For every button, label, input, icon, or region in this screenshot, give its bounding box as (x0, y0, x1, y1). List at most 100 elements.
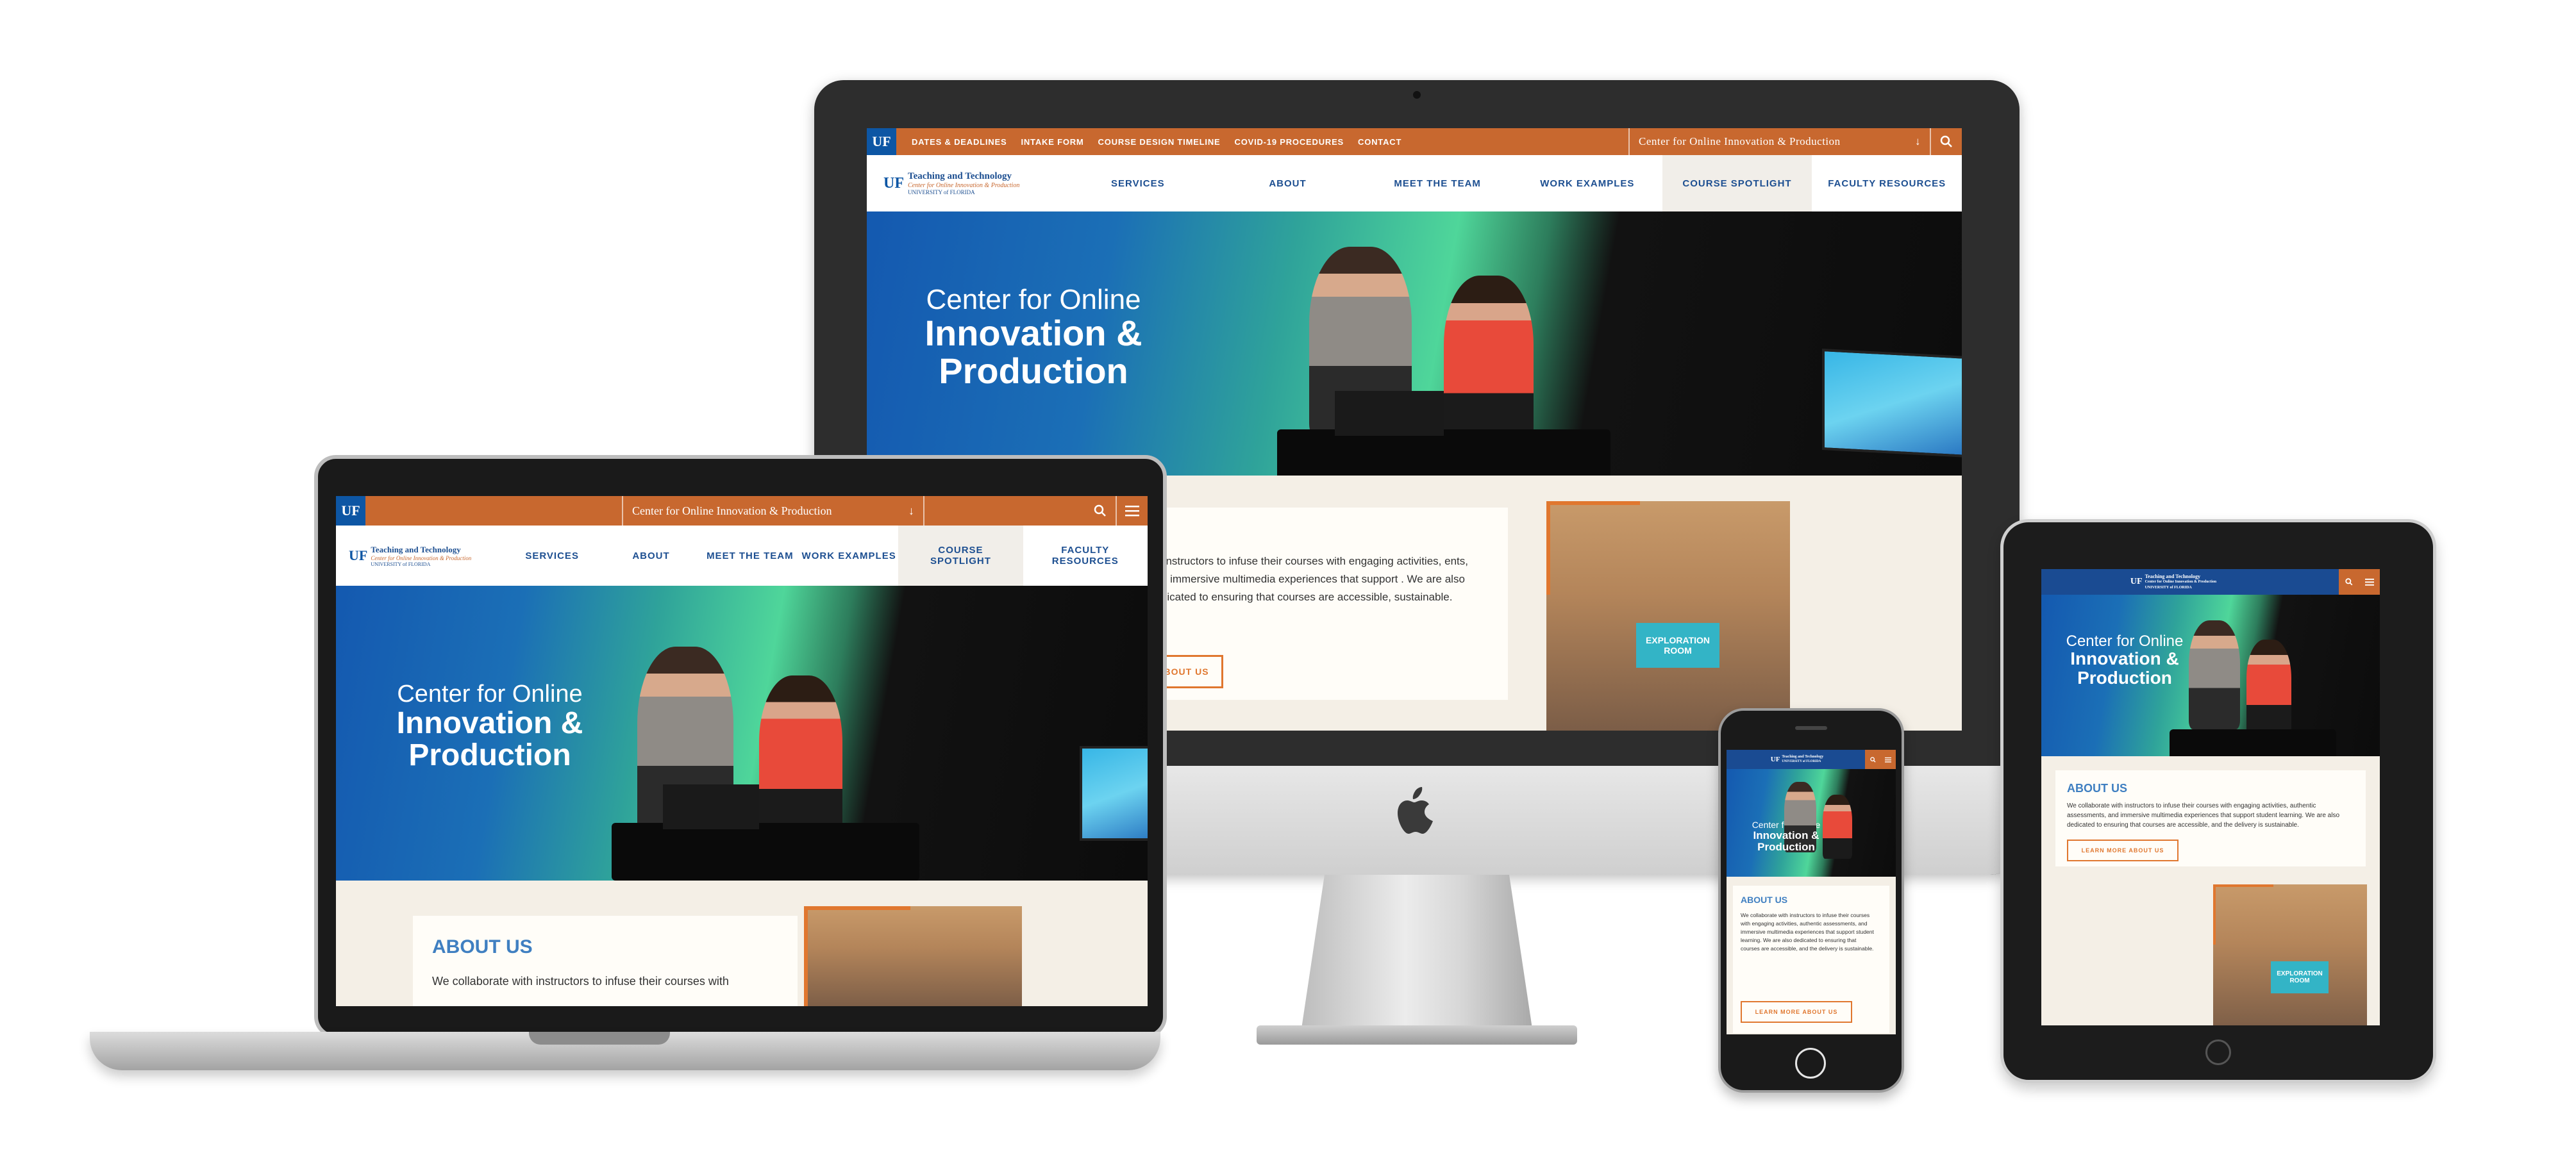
laptop-hero-title: Center for Online Innovation & Productio… (362, 681, 618, 773)
chevron-down-icon: ↓ (908, 504, 914, 517)
brand-uf-mark: UF (883, 174, 904, 192)
tablet-photo-frame (2213, 884, 2273, 945)
laptop-nav-services[interactable]: SERVICES (503, 526, 601, 586)
search-icon[interactable] (2339, 569, 2359, 595)
about-text: ch instructors to infuse their courses w… (1149, 555, 1468, 603)
laptop-brand-subtitle: Center for Online Innovation & Productio… (371, 554, 472, 561)
tablet-hero-line-3: Production (2077, 667, 2172, 688)
nav-services[interactable]: SERVICES (1063, 155, 1213, 211)
hero-line-3: Production (939, 350, 1128, 391)
hero-display-screen (1822, 349, 1962, 458)
util-link-contact[interactable]: CONTACT (1358, 137, 1401, 147)
laptop-notch (529, 1032, 670, 1045)
laptop-nav-course-spotlight[interactable]: COURSE SPOTLIGHT (898, 526, 1023, 586)
tablet-brand-university: UNIVERSITY of FLORIDA (2145, 585, 2192, 590)
phone-about-text: We collaborate with instructors to infus… (1741, 912, 1874, 952)
nav-course-spotlight[interactable]: COURSE SPOTLIGHT (1662, 155, 1812, 211)
hero-laptop-prop (1335, 391, 1444, 436)
phone-brand-title: Teaching and Technology (1782, 755, 1824, 759)
search-icon[interactable] (1085, 496, 1116, 526)
tablet-header: UF Teaching and Technology Center for On… (2041, 569, 2380, 595)
tablet-about-text: We collaborate with instructors to infus… (2067, 802, 2340, 829)
photo-sign: EXPLORATION ROOM (1636, 623, 1719, 668)
laptop-brand-university: UNIVERSITY of FLORIDA (371, 561, 431, 567)
monitor-stand (1301, 875, 1532, 1029)
phone-about-button[interactable]: LEARN MORE ABOUT US (1741, 1001, 1852, 1023)
nav-about[interactable]: ABOUT (1213, 155, 1363, 211)
menu-icon[interactable] (2359, 569, 2380, 595)
laptop-hero-line-2: Innovation & (396, 706, 583, 740)
laptop-about-box: ABOUT US We collaborate with instructors… (413, 916, 798, 1006)
site-dropdown-label: Center for Online Innovation & Productio… (1639, 135, 1841, 147)
about-photo: EXPLORATION ROOM (1546, 501, 1790, 731)
laptop-nav-faculty-resources[interactable]: FACULTY RESOURCES (1023, 526, 1148, 586)
monitor-stand-base (1257, 1025, 1577, 1045)
tablet-brand[interactable]: UF Teaching and Technology Center for On… (2041, 569, 2302, 595)
menu-icon[interactable] (1116, 496, 1148, 526)
brand-university: UNIVERSITY of FLORIDA (908, 189, 975, 195)
phone-brand[interactable]: UF Teaching and Technology UNIVERSITY of… (1727, 750, 1865, 769)
main-nav: UF Teaching and Technology Center for On… (867, 155, 1962, 211)
laptop-hero-banner: Center for Online Innovation & Productio… (336, 586, 1148, 881)
search-icon[interactable] (1865, 750, 1880, 769)
laptop-hero-line-3: Production (408, 738, 571, 773)
nav-meet-the-team[interactable]: MEET THE TEAM (1362, 155, 1512, 211)
laptop-hero-display-screen (1080, 746, 1148, 841)
util-link-covid[interactable]: COVID-19 PROCEDURES (1235, 137, 1344, 147)
nav-faculty-resources[interactable]: FACULTY RESOURCES (1812, 155, 1962, 211)
laptop-site: UF Center for Online Innovation & Produc… (336, 496, 1148, 1006)
laptop-photo-frame (804, 906, 910, 1006)
phone-header: UF Teaching and Technology UNIVERSITY of… (1727, 750, 1896, 769)
laptop-nav-items: SERVICES ABOUT MEET THE TEAM WORK EXAMPL… (503, 526, 1148, 586)
laptop-uf-logo[interactable]: UF (336, 496, 365, 526)
laptop-site-dropdown[interactable]: Center for Online Innovation & Productio… (622, 496, 924, 526)
site-dropdown[interactable]: Center for Online Innovation & Productio… (1628, 128, 1930, 155)
laptop-brand[interactable]: UF Teaching and Technology Center for On… (336, 545, 503, 567)
apple-logo-icon (1394, 785, 1439, 836)
util-link-timeline[interactable]: COURSE DESIGN TIMELINE (1098, 137, 1221, 147)
monitor-camera (1413, 91, 1421, 99)
uf-logo[interactable]: UF (867, 128, 896, 155)
tablet-about-section: ABOUT US We collaborate with instructors… (2041, 756, 2380, 1025)
search-icon[interactable] (1930, 128, 1962, 155)
laptop-nav-work-examples[interactable]: WORK EXAMPLES (799, 526, 898, 586)
phone-about-heading: ABOUT US (1741, 895, 1788, 905)
brand[interactable]: UF Teaching and Technology Center for On… (867, 171, 1063, 195)
laptop-dropdown-label: Center for Online Innovation & Productio… (632, 504, 832, 517)
util-link-intake[interactable]: INTAKE FORM (1021, 137, 1083, 147)
laptop-nav-about[interactable]: ABOUT (601, 526, 700, 586)
hero-line-1: Center for Online (926, 284, 1141, 315)
laptop-brand-title: Teaching and Technology (371, 544, 461, 554)
tablet-about-heading: ABOUT US (2067, 782, 2127, 795)
util-link-dates[interactable]: DATES & DEADLINES (912, 137, 1007, 147)
menu-icon[interactable] (1880, 750, 1896, 769)
photo-frame (1546, 501, 1640, 595)
chevron-down-icon: ↓ (1915, 135, 1921, 147)
laptop-hero-line-1: Center for Online (397, 681, 583, 708)
tablet-home-button[interactable] (2205, 1039, 2231, 1065)
hero-title: Center for Online Innovation & Productio… (892, 285, 1175, 390)
hero-desk (1277, 429, 1610, 476)
tablet-site: UF Teaching and Technology Center for On… (2041, 569, 2380, 1025)
laptop-about-text: We collaborate with instructors to infus… (432, 975, 729, 988)
laptop-utility-bar: UF Center for Online Innovation & Produc… (336, 496, 1148, 526)
nav-work-examples[interactable]: WORK EXAMPLES (1512, 155, 1662, 211)
laptop-about-heading: ABOUT US (432, 936, 533, 957)
brand-title: Teaching and Technology (908, 171, 1012, 181)
phone-brand-uf-mark: UF (1770, 756, 1780, 763)
phone-speaker (1795, 726, 1827, 730)
tablet-about-photo: EXPLORATION ROOM (2213, 884, 2367, 1025)
tablet-hero-line-2: Innovation & (2070, 649, 2179, 669)
tablet-about-button[interactable]: LEARN MORE ABOUT US (2067, 840, 2179, 861)
laptop-hero-laptop-prop (663, 784, 759, 829)
phone-about-section: ABOUT US We collaborate with instructors… (1727, 877, 1896, 1034)
tablet-hero-person-woman (2246, 640, 2291, 736)
tablet-hero-person-man (2189, 620, 2240, 729)
hero-person-woman (1444, 276, 1534, 449)
phone-home-button[interactable] (1795, 1048, 1826, 1079)
laptop-brand-uf-mark: UF (349, 547, 368, 563)
phone-hero-line-2: Innovation & (1753, 829, 1819, 841)
laptop-nav-meet-the-team[interactable]: MEET THE TEAM (701, 526, 799, 586)
tablet-hero-banner: Center for Online Innovation & Productio… (2041, 595, 2380, 756)
nav-items: SERVICES ABOUT MEET THE TEAM WORK EXAMPL… (1063, 155, 1962, 211)
